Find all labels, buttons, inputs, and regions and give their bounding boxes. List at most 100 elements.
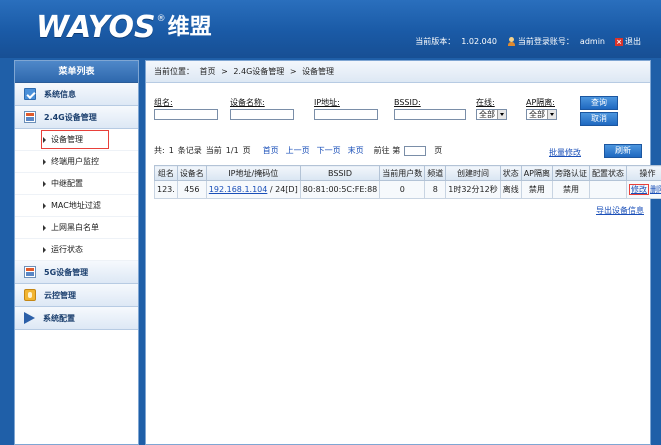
goto-prefix: 前往 第 bbox=[373, 146, 401, 155]
wireless-device-icon bbox=[24, 266, 36, 278]
breadcrumb-level1[interactable]: 2.4G设备管理 bbox=[233, 67, 284, 76]
prev-page-link[interactable]: 上一页 bbox=[286, 145, 310, 156]
chevron-down-icon bbox=[497, 110, 506, 119]
chevron-right-icon bbox=[43, 224, 46, 231]
sidebar-group-5g-device[interactable]: 5G设备管理 bbox=[15, 261, 138, 284]
breadcrumb-home[interactable]: 首页 bbox=[200, 67, 216, 76]
export-device-info-link[interactable]: 导出设备信息 bbox=[596, 205, 644, 216]
sidebar-item-label: 中继配置 bbox=[51, 179, 83, 188]
logo-chinese-name: 维盟 bbox=[167, 15, 212, 40]
cell-ip: 192.168.1.104 / 24[D] bbox=[205, 180, 301, 199]
goto-suffix: 页 bbox=[434, 146, 443, 155]
breadcrumb-separator: > bbox=[221, 67, 228, 76]
total-count: 1 bbox=[168, 146, 174, 155]
sidebar-item-terminal-monitor[interactable]: 终端用户监控 bbox=[15, 151, 138, 173]
current-page: 1/1 bbox=[225, 146, 239, 155]
cell-config-status bbox=[589, 180, 627, 199]
current-prefix: 当前 bbox=[205, 146, 222, 155]
chevron-right-icon bbox=[43, 158, 46, 165]
cell-bssid: 80:81:00:5C:FE:88 bbox=[299, 180, 381, 199]
total-prefix: 共: bbox=[154, 146, 165, 155]
sidebar-group-label: 5G设备管理 bbox=[44, 267, 89, 277]
breadcrumb-separator: > bbox=[289, 67, 297, 76]
cell-created: 1时32分12秒 bbox=[445, 180, 501, 199]
device-name-filter-input[interactable] bbox=[230, 109, 294, 120]
ip-filter-label: IP地址: bbox=[314, 98, 340, 107]
brand-logo: WAYOS ® 维盟 bbox=[36, 12, 212, 44]
header-info: 当前版本： 1.02.040 当前登录账号： admin × 退出 bbox=[415, 36, 641, 47]
logout-link[interactable]: 退出 bbox=[625, 36, 641, 47]
current-suffix: 页 bbox=[242, 146, 251, 155]
sidebar-group-label: 系统信息 bbox=[44, 89, 76, 99]
ip-link[interactable]: 192.168.1.104 bbox=[209, 185, 268, 194]
chevron-right-icon bbox=[43, 246, 46, 253]
online-filter: 在线: 全部 bbox=[476, 97, 507, 120]
device-table: 组名 设备名 IP地址/掩码位 BSSID 当前用户数 频道 创建时间 状态 A… bbox=[154, 165, 661, 199]
sidebar-item-label: 终端用户监控 bbox=[51, 157, 99, 166]
cell-operation: 修改删除 bbox=[626, 180, 661, 199]
col-header-bssid: BSSID bbox=[299, 165, 381, 181]
account-value: admin bbox=[579, 37, 605, 46]
top-header: WAYOS ® 维盟 当前版本： 1.02.040 当前登录账号： admin … bbox=[0, 0, 661, 58]
chevron-down-icon bbox=[547, 110, 556, 119]
col-header-group: 组名 bbox=[154, 165, 178, 181]
sidebar-title: 菜单列表 bbox=[15, 61, 138, 83]
logout-icon[interactable]: × bbox=[615, 37, 623, 46]
highlight-box bbox=[41, 130, 109, 149]
last-page-link[interactable]: 末页 bbox=[348, 145, 364, 156]
sidebar-group-label: 2.4G设备管理 bbox=[44, 112, 97, 122]
col-header-users: 当前用户数 bbox=[379, 165, 426, 181]
ap-isolation-select[interactable]: 全部 bbox=[526, 109, 557, 120]
cell-status: 离线 bbox=[499, 180, 522, 199]
col-header-operation: 操作 bbox=[626, 165, 661, 181]
ip-filter-input[interactable] bbox=[314, 109, 378, 120]
sidebar-group-label: 系统配置 bbox=[43, 313, 75, 323]
breadcrumb: 当前位置： 首页 > 2.4G设备管理 > 设备管理 bbox=[146, 61, 650, 83]
sidebar-group-cloud-control[interactable]: 云控管理 bbox=[15, 284, 138, 307]
query-button[interactable]: 查询 bbox=[580, 96, 618, 110]
refresh-button[interactable]: 刷新 bbox=[604, 144, 642, 158]
edit-link[interactable]: 修改 bbox=[629, 184, 649, 195]
bulk-edit-link[interactable]: 批量修改 bbox=[549, 147, 581, 158]
version-label: 当前版本： bbox=[415, 37, 456, 46]
cell-ap-isolation: 禁用 bbox=[520, 180, 554, 199]
logo-registered-mark: ® bbox=[156, 14, 166, 24]
delete-link[interactable]: 删除 bbox=[650, 185, 661, 194]
sidebar-group-system-config[interactable]: 系统配置 bbox=[15, 307, 138, 330]
sidebar-group-system-info[interactable]: 系统信息 bbox=[15, 83, 138, 106]
chevron-right-icon bbox=[43, 202, 46, 209]
sidebar-group-label: 云控管理 bbox=[44, 290, 76, 300]
col-header-bypass-auth: 旁路认证 bbox=[552, 165, 590, 181]
total-suffix: 条记录 bbox=[177, 146, 202, 155]
bssid-filter-label: BSSID: bbox=[394, 98, 421, 107]
sidebar-item-label: 运行状态 bbox=[51, 245, 83, 254]
first-page-link[interactable]: 首页 bbox=[263, 145, 279, 156]
sidebar-item-mac-filter[interactable]: MAC地址过滤 bbox=[15, 195, 138, 217]
breadcrumb-prefix: 当前位置： bbox=[154, 67, 194, 76]
device-name-filter-label: 设备名称: bbox=[230, 98, 265, 107]
sidebar-item-device-management[interactable]: 设备管理 bbox=[15, 129, 138, 151]
logo-text: WAYOS bbox=[36, 10, 156, 45]
online-select-value: 全部 bbox=[479, 110, 495, 119]
goto-page-input[interactable] bbox=[404, 145, 427, 156]
col-header-ap-isolation: AP隔离 bbox=[520, 165, 554, 181]
bssid-filter-input[interactable] bbox=[394, 109, 466, 120]
account-label: 当前登录账号： bbox=[517, 37, 574, 46]
col-header-created: 创建时间 bbox=[445, 165, 501, 181]
cancel-button[interactable]: 取消 bbox=[580, 112, 618, 126]
cell-group: 123. bbox=[154, 180, 178, 199]
sidebar-item-blackwhite-list[interactable]: 上网黑白名单 bbox=[15, 217, 138, 239]
sidebar-menu: 菜单列表 系统信息 2.4G设备管理 设备管理 终端用户监控 中继配置 MAC地… bbox=[14, 60, 139, 445]
wireless-device-icon bbox=[24, 111, 36, 123]
sidebar-item-relay-config[interactable]: 中继配置 bbox=[15, 173, 138, 195]
ap-isolation-filter: AP隔离: 全部 bbox=[526, 97, 557, 120]
breadcrumb-level2: 设备管理 bbox=[302, 67, 335, 76]
sidebar-item-run-status[interactable]: 运行状态 bbox=[15, 239, 138, 261]
pagination-bar: 共: 1 条记录 当前 1/1 页 首页 上一页 下一页 末页 前往 第 页 bbox=[154, 145, 442, 156]
col-header-status: 状态 bbox=[499, 165, 522, 181]
next-page-link[interactable]: 下一页 bbox=[317, 145, 341, 156]
sidebar-group-24g-device[interactable]: 2.4G设备管理 bbox=[15, 106, 138, 129]
online-select[interactable]: 全部 bbox=[476, 109, 507, 120]
table-row: 123. 456 192.168.1.104 / 24[D] 80:81:00:… bbox=[154, 180, 661, 199]
group-filter-input[interactable] bbox=[154, 109, 218, 120]
